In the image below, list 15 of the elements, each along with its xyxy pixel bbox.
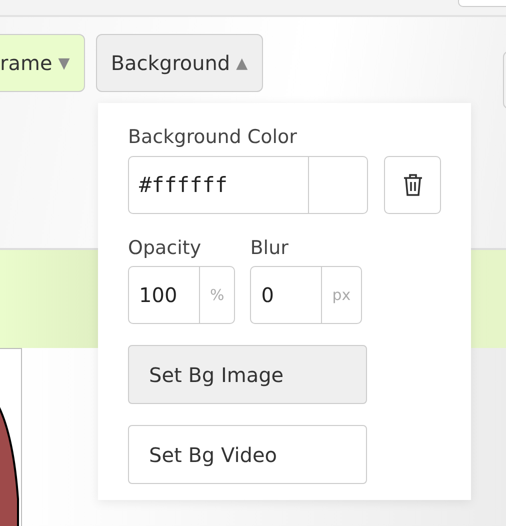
number-input[interactable]: 100 [128,266,199,324]
trash-icon [402,172,422,196]
number-input[interactable]: 0 [250,266,322,324]
color-input[interactable]: #ffffff [128,156,309,214]
action-button[interactable]: Set Bg Video [128,425,367,484]
field-label: Blur [250,236,290,260]
color-swatch[interactable] [309,156,368,214]
toolbar-button[interactable]: rame ▼ [0,34,85,92]
field-label: Opacity [128,236,202,260]
field-label: Background Color [128,125,298,150]
unit-addon: % [199,266,236,324]
action-button[interactable]: Set Bg Image [128,345,367,404]
delete-button[interactable] [384,156,441,214]
toolbar-button[interactable]: Background ▲ [96,34,263,92]
unit-addon: px [321,266,362,324]
